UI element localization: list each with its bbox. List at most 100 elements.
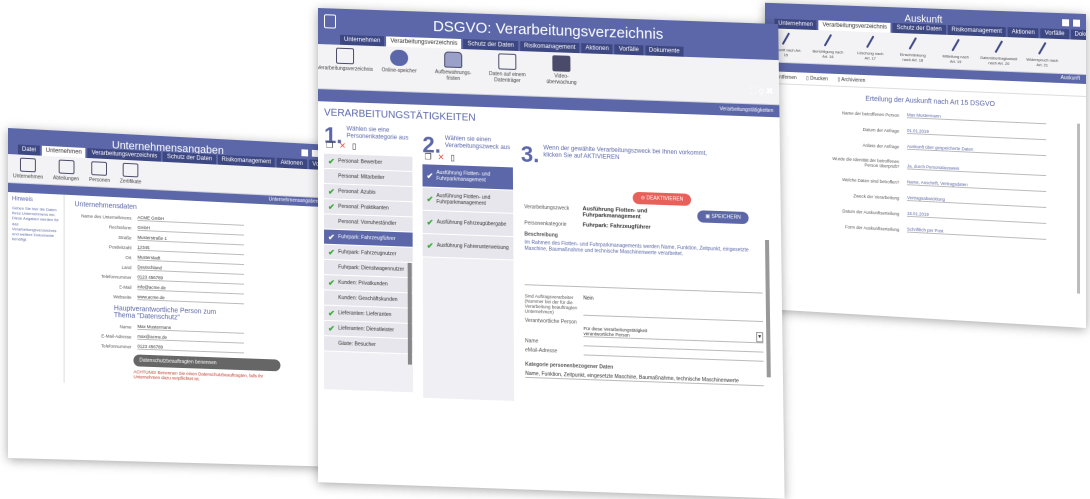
description-value[interactable]: Im Rahmen des Flotten- und Fuhrparkmanag… <box>524 240 762 294</box>
check-icon: ✔ <box>328 202 335 211</box>
row-value[interactable]: Ja, durch Personalausweis <box>907 164 1046 177</box>
toolbar-label: Entfernen <box>776 74 797 81</box>
row-value[interactable]: Max Mustermann <box>907 112 1046 124</box>
ribbon-label: Aufbewahrungs-fristen <box>431 69 475 83</box>
ribbon-button[interactable]: Zertifikate <box>115 159 146 188</box>
field-label: Land <box>74 263 131 270</box>
field-value[interactable]: ACME GmbH <box>137 215 244 226</box>
left-form: Unternehmensdaten Name des UnternehmensA… <box>65 195 325 392</box>
new-icon[interactable]: ▯ <box>450 153 454 162</box>
detail-panel: ⊖ DEAKTIVIEREN ▣ SPEICHERN Verarbeitungs… <box>524 188 764 386</box>
toolbar-item[interactable]: ▯ Drucken <box>806 76 828 83</box>
right-scrollbar[interactable] <box>1077 124 1080 294</box>
row-value[interactable]: Auskunft über gespeicherte Daten <box>907 144 1046 156</box>
field-value[interactable]: max@acme.de <box>137 334 244 344</box>
check-icon: ✔ <box>328 187 335 196</box>
ribbon-button[interactable]: Online-speicher <box>372 46 426 92</box>
close-icon[interactable] <box>1073 20 1080 27</box>
field-value[interactable]: 12345 <box>137 245 244 256</box>
name-label: Name <box>525 338 584 346</box>
purpose-toolbar: ❐ ✕ ▯ <box>424 152 454 162</box>
ribbon-button[interactable]: Berichtigung nach Art. 16 <box>807 30 849 65</box>
field-value[interactable]: 0123 456789 <box>137 344 244 354</box>
list-item[interactable]: ✔Ausführung Fahrzeugübergabe <box>423 211 514 237</box>
step3-text: Wenn der gewählte Verarbeitungszweck bei… <box>543 145 714 174</box>
category-scrollbar[interactable] <box>408 263 412 365</box>
center-window: DSGVO: Verarbeitungsverzeichnis Unterneh… <box>318 8 785 499</box>
delete-icon[interactable]: ✕ <box>339 141 346 150</box>
pen-icon <box>866 35 874 48</box>
field-value[interactable]: www.acme.de <box>137 294 244 304</box>
ribbon-button[interactable]: Löschung nach Art. 17 <box>849 31 891 66</box>
step2-text: Wählen sie einen Verarbeitungszweck aus <box>445 136 525 162</box>
ribbon-button[interactable]: Video-überwachung <box>534 52 588 98</box>
ribbon-button[interactable]: Abteilungen <box>48 156 84 186</box>
check-icon: ✔ <box>427 217 434 226</box>
row-value[interactable]: Schriftlich per Post <box>907 227 1046 240</box>
field-value[interactable]: Musterstadt <box>137 255 244 265</box>
ribbon-button[interactable]: Personen <box>84 158 115 187</box>
check-icon: ✔ <box>328 156 335 165</box>
row-value[interactable]: Name, Anschrift, Vertragsdaten <box>907 179 1046 192</box>
ribbon-button[interactable]: Verarbeitungsverzeichnis <box>318 44 372 90</box>
ribbon-button[interactable]: Mitteilung nach Art. 19 <box>934 34 977 69</box>
toolbar-label: Drucken <box>810 76 828 83</box>
ribbon-button[interactable]: Einschränkung nach Art. 18 <box>891 33 934 68</box>
row-value[interactable]: 01.01.2019 <box>907 128 1046 140</box>
delete-icon[interactable]: ✕ <box>438 153 445 162</box>
assign-dpo-button[interactable]: Datenschutzbeauftragten benennen <box>133 354 280 371</box>
certificate-icon <box>123 163 139 178</box>
ribbon-button[interactable]: Unternehmen <box>8 154 48 184</box>
field-value[interactable]: GmbH <box>137 225 244 236</box>
field-value[interactable]: 0123 456789 <box>137 274 244 284</box>
form-row: Anlass der AnfrageAuskunft über gespeich… <box>822 140 1046 156</box>
ribbon-button[interactable]: Aufbewahrungs-fristen <box>426 48 480 94</box>
field-label: Name des Unternehmens <box>74 213 131 221</box>
responsible-value: Für diese Verarbeitungstätigkeit verantw… <box>583 326 664 339</box>
list-item[interactable]: ✔Ausführung Flotten- und Fuhrparkmanagem… <box>423 187 514 213</box>
row-value[interactable]: 15.01.2019 <box>907 211 1046 224</box>
image-icon <box>498 53 516 70</box>
row-value[interactable]: Vertragsabwicklung <box>907 195 1046 208</box>
minimize-icon[interactable] <box>301 149 308 156</box>
deactivate-button[interactable]: ⊖ DEAKTIVIEREN <box>633 192 692 206</box>
form-row: Zweck der VerarbeitungVertragsabwicklung <box>822 191 1046 208</box>
list-item[interactable]: Gäste: Besucher <box>324 336 413 354</box>
detail-scrollbar[interactable] <box>765 240 771 377</box>
ribbon-label: Widerspruch nach Art. 21 <box>1025 57 1059 68</box>
copy-icon[interactable]: ❐ <box>326 141 333 150</box>
ribbon-label: Berichtigung nach Art. 16 <box>812 48 845 59</box>
field-value[interactable]: info@acme.de <box>137 284 244 294</box>
ribbon-button[interactable]: Daten auf einem Datenträger <box>480 50 534 96</box>
new-icon[interactable]: ▯ <box>352 142 356 151</box>
people-icon <box>92 161 108 176</box>
left-section2: Hauptverantwortliche Person zum Thema "D… <box>114 305 221 323</box>
save-button[interactable]: ▣ SPEICHERN <box>697 210 749 224</box>
processor-value[interactable]: Nein <box>583 295 763 322</box>
pen-icon <box>1038 42 1047 55</box>
list-item-label: Kunden: Geschäftskunden <box>338 295 397 303</box>
processor-label: Sind Auftragsverarbeiter (Nummer bei der… <box>525 293 584 315</box>
center-window-icons[interactable]: ⛶ ⚲ ✖ <box>750 84 773 97</box>
ribbon-button[interactable]: Datenübertragbarkeit nach Art. 20 <box>977 36 1020 71</box>
list-item[interactable]: ✔Ausführung Flotten- und Fuhrparkmanagem… <box>422 164 513 190</box>
row-label: Datum der Auskunftserteilung <box>822 208 899 217</box>
ribbon-label: Personen <box>89 177 110 184</box>
ribbon-label: Mitteilung nach Art. 19 <box>939 53 972 64</box>
toolbar-item[interactable]: ▯ Archivieren <box>838 77 866 84</box>
pen-icon <box>951 39 960 52</box>
field-value[interactable]: Deutschland <box>137 264 244 274</box>
minimize-icon[interactable] <box>1062 19 1069 26</box>
copy-icon[interactable]: ❐ <box>424 152 431 161</box>
ribbon-label: Zertifikate <box>120 178 141 185</box>
list-item-label: Ausführung Flotten- und Fuhrparkmanageme… <box>436 193 513 208</box>
field-value[interactable]: Musterstraße 1 <box>137 235 244 246</box>
pen-icon <box>782 32 790 45</box>
step3-number: 3. <box>521 141 540 168</box>
ribbon-label: Einschränkung nach Art. 18 <box>896 52 929 63</box>
list-item[interactable]: ✔Ausführung Fahrerunterweisung <box>423 234 514 260</box>
field-value[interactable]: Max Mustermann <box>137 324 244 334</box>
right-content: Erteilung der Auskunft nach Art 15 DSGVO… <box>765 84 1086 242</box>
ribbon-button[interactable]: Widerspruch nach Art. 21 <box>1020 38 1064 74</box>
field-label: Postleitzahl <box>74 243 131 250</box>
